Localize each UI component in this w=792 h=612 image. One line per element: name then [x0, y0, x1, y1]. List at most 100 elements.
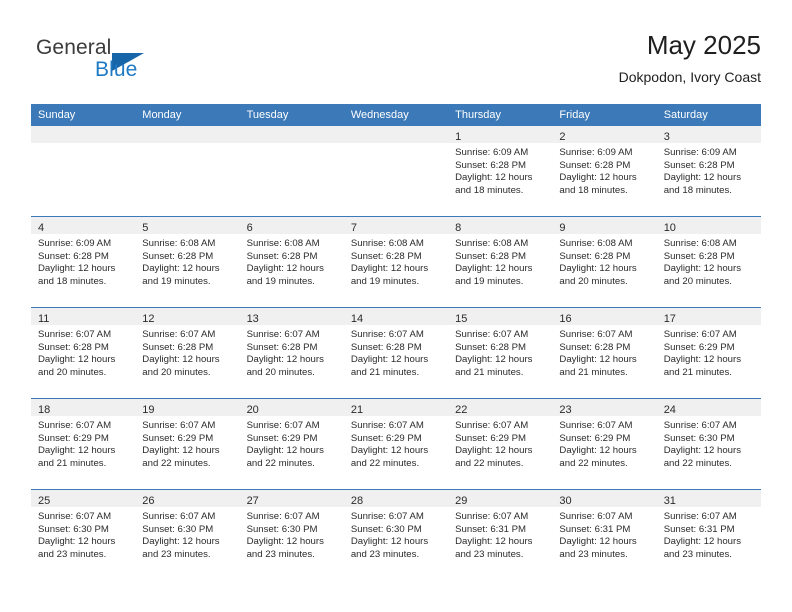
- general-blue-logo[interactable]: General Blue: [36, 36, 216, 92]
- calendar-day-cell[interactable]: 23 Sunrise: 6:07 AM Sunset: 6:29 PM Dayligh…: [552, 399, 657, 489]
- day-detail-line: and 22 minutes.: [559, 457, 628, 469]
- day-detail-line: and 23 minutes.: [455, 548, 524, 560]
- calendar-day-cell[interactable]: 1 Sunrise: 6:09 AM Sunset: 6:28 PM Daylight…: [448, 126, 553, 216]
- day-detail-line: Daylight: 12 hours: [663, 536, 742, 548]
- calendar-day-cell[interactable]: 10 Sunrise: 6:08 AM Sunset: 6:28 PM Dayligh…: [656, 217, 761, 307]
- calendar-day-cell[interactable]: 12 Sunrise: 6:07 AM Sunset: 6:28 PM Dayligh…: [135, 308, 240, 398]
- calendar-day-cell[interactable]: 9 Sunrise: 6:08 AM Sunset: 6:28 PM Daylight…: [552, 217, 657, 307]
- calendar-day-cell[interactable]: 15 Sunrise: 6:07 AM Sunset: 6:28 PM Dayligh…: [448, 308, 553, 398]
- calendar-day-cell[interactable]: 3 Sunrise: 6:09 AM Sunset: 6:28 PM Daylight…: [656, 126, 761, 216]
- day-detail-line: Sunset: 6:28 PM: [559, 159, 631, 171]
- weekday-header-tuesday: Tuesday: [239, 104, 344, 126]
- day-detail-line: Daylight: 12 hours: [246, 445, 324, 457]
- day-detail-line: Sunset: 6:29 PM: [246, 432, 318, 444]
- day-detail-line: Sunset: 6:29 PM: [350, 432, 422, 444]
- calendar-day-cell[interactable]: 31 Sunrise: 6:07 AM Sunset: 6:31 PM Dayligh…: [656, 490, 761, 580]
- day-detail-line: Daylight: 12 hours: [455, 263, 533, 275]
- calendar-day-cell-empty: [343, 126, 449, 216]
- day-detail-line: Daylight: 12 hours: [455, 172, 533, 184]
- day-number-strip: 6: [239, 217, 344, 234]
- calendar-day-cell[interactable]: 21 Sunrise: 6:07 AM Sunset: 6:29 PM Dayligh…: [343, 399, 449, 489]
- calendar-day-cell[interactable]: 19 Sunrise: 6:07 AM Sunset: 6:29 PM Dayligh…: [135, 399, 240, 489]
- day-detail-line: and 23 minutes.: [38, 548, 107, 560]
- calendar-day-cell[interactable]: 20 Sunrise: 6:07 AM Sunset: 6:29 PM Dayligh…: [239, 399, 344, 489]
- day-number-strip: 18: [31, 399, 136, 416]
- day-number: 7: [350, 222, 357, 234]
- day-detail-block: Sunrise: 6:07 AM Sunset: 6:30 PM Daylight:…: [657, 416, 761, 470]
- day-detail-line: and 20 minutes.: [663, 275, 732, 287]
- day-detail-line: and 21 minutes.: [38, 457, 107, 469]
- day-detail-block: [31, 143, 135, 147]
- weekday-header-row: Sunday Monday Tuesday Wednesday Thursday…: [31, 104, 761, 126]
- day-detail-block: Sunrise: 6:07 AM Sunset: 6:28 PM Daylight:…: [344, 325, 448, 379]
- day-number-strip: [343, 126, 449, 143]
- calendar-day-cell[interactable]: 5 Sunrise: 6:08 AM Sunset: 6:28 PM Daylight…: [135, 217, 240, 307]
- day-detail-line: and 18 minutes.: [455, 184, 524, 196]
- calendar-day-cell[interactable]: 27 Sunrise: 6:07 AM Sunset: 6:30 PM Dayligh…: [239, 490, 344, 580]
- calendar-day-cell[interactable]: 4 Sunrise: 6:09 AM Sunset: 6:28 PM Daylight…: [31, 217, 136, 307]
- day-detail-block: Sunrise: 6:07 AM Sunset: 6:30 PM Daylight:…: [31, 507, 135, 561]
- calendar-day-cell[interactable]: 17 Sunrise: 6:07 AM Sunset: 6:29 PM Dayligh…: [656, 308, 761, 398]
- day-detail-line: Daylight: 12 hours: [455, 445, 533, 457]
- calendar-day-cell[interactable]: 29 Sunrise: 6:07 AM Sunset: 6:31 PM Dayligh…: [448, 490, 553, 580]
- day-number: 16: [559, 313, 572, 325]
- day-detail-line: Sunset: 6:28 PM: [455, 159, 527, 171]
- day-detail-line: Sunset: 6:29 PM: [38, 432, 109, 444]
- weekday-header-sunday: Sunday: [31, 104, 136, 126]
- day-detail-block: Sunrise: 6:07 AM Sunset: 6:30 PM Daylight:…: [135, 507, 239, 561]
- calendar-day-cell[interactable]: 26 Sunrise: 6:07 AM Sunset: 6:30 PM Dayligh…: [135, 490, 240, 580]
- day-number-strip: [31, 126, 136, 143]
- day-number-strip: 16: [552, 308, 657, 325]
- calendar-day-cell[interactable]: 25 Sunrise: 6:07 AM Sunset: 6:30 PM Dayligh…: [31, 490, 136, 580]
- day-number-strip: 20: [239, 399, 344, 416]
- day-detail-line: Sunrise: 6:09 AM: [559, 147, 633, 158]
- day-number: 22: [455, 404, 468, 416]
- day-detail-block: Sunrise: 6:08 AM Sunset: 6:28 PM Daylight:…: [552, 234, 656, 288]
- calendar-day-cell[interactable]: 6 Sunrise: 6:08 AM Sunset: 6:28 PM Daylight…: [239, 217, 344, 307]
- weekday-header-monday: Monday: [135, 104, 240, 126]
- day-detail-line: Sunrise: 6:07 AM: [663, 420, 737, 431]
- day-detail-line: Sunset: 6:28 PM: [350, 341, 422, 353]
- day-number-strip: 2: [552, 126, 657, 143]
- day-number-strip: 26: [135, 490, 240, 507]
- day-detail-line: Sunset: 6:30 PM: [38, 523, 109, 535]
- calendar-day-cell[interactable]: 24 Sunrise: 6:07 AM Sunset: 6:30 PM Dayligh…: [656, 399, 761, 489]
- day-detail-line: Daylight: 12 hours: [559, 172, 637, 184]
- day-detail-line: Sunset: 6:28 PM: [350, 250, 422, 262]
- day-detail-line: Sunset: 6:28 PM: [142, 341, 214, 353]
- day-number-strip: 19: [135, 399, 240, 416]
- calendar-day-cell[interactable]: 14 Sunrise: 6:07 AM Sunset: 6:28 PM Dayligh…: [343, 308, 449, 398]
- calendar-day-cell[interactable]: 22 Sunrise: 6:07 AM Sunset: 6:29 PM Dayligh…: [448, 399, 553, 489]
- day-detail-line: and 18 minutes.: [663, 184, 732, 196]
- calendar-day-cell[interactable]: 28 Sunrise: 6:07 AM Sunset: 6:30 PM Dayligh…: [343, 490, 449, 580]
- day-detail-line: Sunset: 6:28 PM: [455, 250, 527, 262]
- calendar-day-cell[interactable]: 11 Sunrise: 6:07 AM Sunset: 6:28 PM Dayligh…: [31, 308, 136, 398]
- calendar-day-cell[interactable]: 30 Sunrise: 6:07 AM Sunset: 6:31 PM Dayligh…: [552, 490, 657, 580]
- calendar-week-row: 18 Sunrise: 6:07 AM Sunset: 6:29 PM Dayligh…: [31, 398, 761, 490]
- day-detail-line: and 21 minutes.: [350, 366, 420, 378]
- day-detail-line: Sunrise: 6:07 AM: [246, 420, 320, 431]
- calendar-day-cell[interactable]: 8 Sunrise: 6:08 AM Sunset: 6:28 PM Daylight…: [448, 217, 553, 307]
- day-detail-block: Sunrise: 6:07 AM Sunset: 6:28 PM Daylight:…: [31, 325, 135, 379]
- day-number: 8: [455, 222, 462, 234]
- day-number-strip: 25: [31, 490, 136, 507]
- day-number: 14: [350, 313, 364, 325]
- day-detail-block: Sunrise: 6:07 AM Sunset: 6:31 PM Daylight:…: [448, 507, 552, 561]
- day-number-strip: 1: [448, 126, 553, 143]
- day-detail-line: Sunrise: 6:07 AM: [38, 329, 112, 340]
- day-detail-line: and 23 minutes.: [350, 548, 420, 560]
- day-detail-block: Sunrise: 6:07 AM Sunset: 6:29 PM Daylight:…: [240, 416, 344, 470]
- day-detail-line: Daylight: 12 hours: [350, 536, 429, 548]
- day-detail-line: Daylight: 12 hours: [663, 354, 742, 366]
- day-detail-line: Sunset: 6:29 PM: [142, 432, 214, 444]
- calendar-day-cell[interactable]: 18 Sunrise: 6:07 AM Sunset: 6:29 PM Dayligh…: [31, 399, 136, 489]
- calendar-day-cell[interactable]: 16 Sunrise: 6:07 AM Sunset: 6:28 PM Dayligh…: [552, 308, 657, 398]
- day-number: 31: [663, 495, 676, 507]
- day-number: 18: [38, 404, 51, 416]
- calendar-day-cell[interactable]: 13 Sunrise: 6:07 AM Sunset: 6:28 PM Dayligh…: [239, 308, 344, 398]
- day-number-strip: 13: [239, 308, 344, 325]
- calendar-day-cell[interactable]: 7 Sunrise: 6:08 AM Sunset: 6:28 PM Daylight…: [343, 217, 449, 307]
- day-detail-line: and 19 minutes.: [350, 275, 420, 287]
- calendar-day-cell[interactable]: 2 Sunrise: 6:09 AM Sunset: 6:28 PM Daylight…: [552, 126, 657, 216]
- calendar-week-row: 1 Sunrise: 6:09 AM Sunset: 6:28 PM Daylight…: [31, 126, 761, 217]
